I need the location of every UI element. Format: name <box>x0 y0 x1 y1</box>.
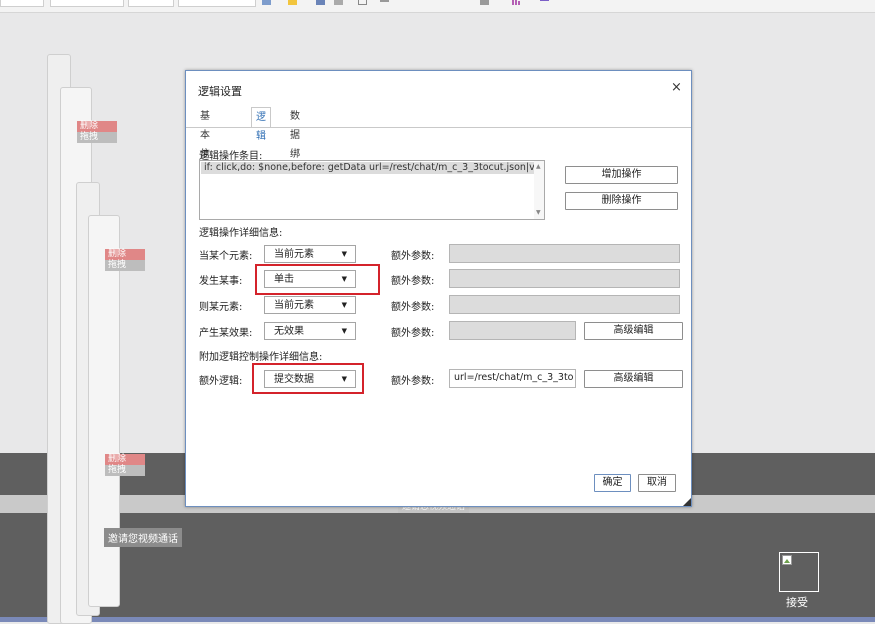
target-select[interactable]: 当前元素 ▼ <box>264 296 356 314</box>
select-value: 无效果 <box>274 326 304 337</box>
extra-param-label: 额外参数: <box>391 376 435 387</box>
move-tag[interactable]: 拖拽 <box>105 260 145 271</box>
dialog-title: 逻辑设置 <box>198 85 242 98</box>
extra-param-input[interactable] <box>449 321 576 340</box>
scroll-down-icon[interactable]: ▼ <box>536 209 541 216</box>
broken-image-icon <box>782 555 792 565</box>
row-label-event: 发生某事: <box>199 276 243 287</box>
edit-icon[interactable] <box>334 0 343 5</box>
list-icon[interactable] <box>540 0 549 5</box>
link-icon[interactable] <box>380 0 389 5</box>
folder-icon[interactable] <box>288 0 297 5</box>
toolbar-select[interactable] <box>50 0 124 7</box>
tabs-divider <box>186 127 691 128</box>
control-tag[interactable]: 删除 拖拽 <box>105 249 145 271</box>
extra-logic-label: 额外逻辑: <box>199 376 243 387</box>
image-icon[interactable] <box>262 0 271 5</box>
ok-button[interactable]: 确定 <box>594 474 631 492</box>
invite-label: 邀请您视频通话 <box>104 528 182 547</box>
control-tag[interactable]: 删除 拖拽 <box>77 121 117 143</box>
ops-listbox[interactable]: if: click,do: $none,before: getData url=… <box>199 160 545 220</box>
extra-param-input[interactable]: url=/rest/chat/m_c_3_3tocu <box>449 369 576 388</box>
select-value: 当前元素 <box>274 249 314 260</box>
bottom-bar <box>0 617 875 622</box>
chart-icon[interactable] <box>512 0 521 5</box>
effect-select[interactable]: 无效果 ▼ <box>264 322 356 340</box>
highlight-box <box>252 363 364 394</box>
highlight-box <box>255 264 380 295</box>
details-label: 逻辑操作详细信息: <box>199 228 283 239</box>
extra-param-input[interactable] <box>449 269 680 288</box>
advanced-edit-button[interactable]: 高级编辑 <box>584 370 683 388</box>
extra-param-label: 额外参数: <box>391 251 435 262</box>
delete-tag[interactable]: 删除 <box>77 121 117 132</box>
extra-section-label: 附加逻辑控制操作详细信息: <box>199 352 323 363</box>
extra-param-input[interactable] <box>449 295 680 314</box>
listbox-scrollbar[interactable]: ▲ ▼ <box>534 161 544 219</box>
copy-icon[interactable] <box>480 0 489 5</box>
row-label-effect: 产生某效果: <box>199 328 253 339</box>
input-value: url=/rest/chat/m_c_3_3tocu <box>454 372 574 383</box>
element-select[interactable]: 当前元素 ▼ <box>264 245 356 263</box>
delete-operation-button[interactable]: 删除操作 <box>565 192 678 210</box>
delete-tag[interactable]: 删除 <box>105 249 145 260</box>
close-icon[interactable]: × <box>671 80 682 95</box>
list-item[interactable]: if: click,do: $none,before: getData url=… <box>201 162 535 174</box>
accept-label: 接受 <box>786 596 808 609</box>
top-toolbar <box>0 0 875 13</box>
add-operation-button[interactable]: 增加操作 <box>565 166 678 184</box>
chevron-down-icon: ▼ <box>341 250 347 258</box>
advanced-edit-button[interactable]: 高级编辑 <box>584 322 683 340</box>
move-tag[interactable]: 拖拽 <box>105 465 145 476</box>
accept-image[interactable] <box>779 552 819 592</box>
logic-settings-dialog: 逻辑设置 × 基本信息 逻辑 数据绑定 逻辑操作条目: if: click,do… <box>185 70 692 507</box>
delete-tag[interactable]: 删除 <box>105 454 145 465</box>
tab-logic[interactable]: 逻辑 <box>251 107 271 142</box>
chevron-down-icon: ▼ <box>341 327 347 335</box>
chevron-down-icon: ▼ <box>341 301 347 309</box>
scroll-up-icon[interactable]: ▲ <box>536 163 541 170</box>
tab-data-binding[interactable]: 数据绑定 <box>286 107 304 179</box>
extra-param-label: 额外参数: <box>391 302 435 313</box>
toolbar-select[interactable] <box>0 0 44 7</box>
select-value: 当前元素 <box>274 300 314 311</box>
table-icon[interactable] <box>316 0 325 5</box>
toolbar-select[interactable] <box>128 0 174 7</box>
move-tag[interactable]: 拖拽 <box>77 132 117 143</box>
row-label-element: 当某个元素: <box>199 251 253 262</box>
extra-param-label: 额外参数: <box>391 276 435 287</box>
cancel-button[interactable]: 取消 <box>638 474 676 492</box>
extra-param-input[interactable] <box>449 244 680 263</box>
tab-basic-info[interactable]: 基本信息 <box>196 107 214 179</box>
resize-grip-icon[interactable] <box>683 498 691 506</box>
window-icon[interactable] <box>358 0 367 5</box>
control-tag[interactable]: 删除 拖拽 <box>105 454 145 476</box>
widget-frame[interactable] <box>88 215 120 607</box>
extra-param-label: 额外参数: <box>391 328 435 339</box>
row-label-target: 则某元素: <box>199 302 243 313</box>
toolbar-select[interactable] <box>178 0 256 7</box>
